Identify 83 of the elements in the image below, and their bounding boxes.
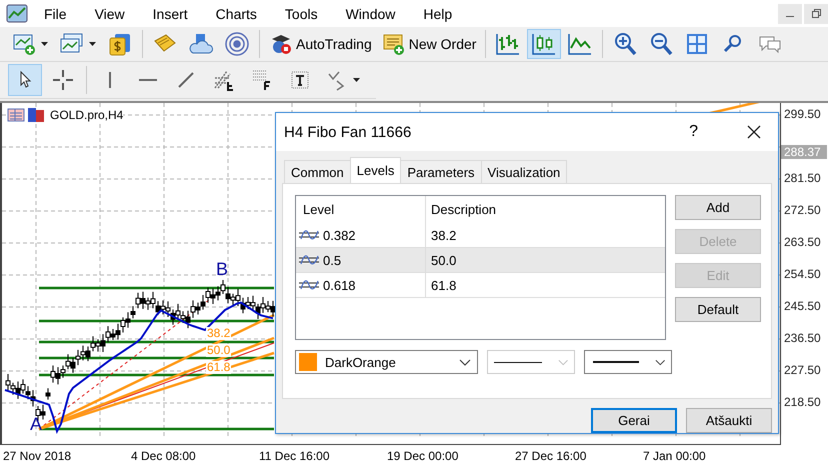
time-label: 4 Dec 08:00 bbox=[131, 449, 197, 463]
time-label: 27 Dec 16:00 bbox=[515, 449, 588, 463]
ok-button[interactable]: Gerai bbox=[591, 408, 677, 433]
time-label: 7 Jan 00:00 bbox=[643, 449, 707, 463]
caret-down-icon bbox=[88, 41, 97, 47]
chart-symbol-label: GOLD.pro,H4 bbox=[50, 108, 124, 122]
zoom-out-icon bbox=[648, 31, 674, 57]
app-logo-icon bbox=[6, 4, 28, 24]
help-button[interactable]: ? bbox=[683, 122, 704, 142]
menu-item[interactable]: Tools bbox=[284, 4, 318, 24]
tab[interactable]: Visualization bbox=[480, 160, 568, 183]
fan-level-label: 38.2 bbox=[206, 327, 232, 340]
level-value: 0.5 bbox=[323, 252, 342, 268]
menu-item[interactable]: File bbox=[44, 4, 67, 24]
current-price-label: 288.37 bbox=[781, 145, 827, 159]
bar-chart-icon bbox=[495, 31, 522, 57]
crosshair-icon bbox=[51, 68, 75, 92]
level-description: 38.2 bbox=[430, 226, 458, 244]
price-label: 254.50 bbox=[783, 267, 822, 283]
color-dropdown[interactable]: DarkOrange bbox=[295, 350, 478, 374]
price-label: 299.50 bbox=[783, 107, 822, 123]
price-label: 227.50 bbox=[783, 363, 822, 379]
line-width-dropdown[interactable] bbox=[584, 350, 672, 374]
point-label: A bbox=[30, 414, 42, 435]
candlestick-icon bbox=[531, 31, 558, 57]
vertical-line-icon bbox=[108, 72, 112, 88]
cursor-tool-button[interactable] bbox=[8, 64, 42, 96]
fan-level-label: 50.0 bbox=[206, 344, 232, 357]
menu-item[interactable]: Help bbox=[423, 4, 452, 24]
table-row[interactable]: 0.618 61.8 bbox=[296, 273, 665, 298]
price-label: 218.50 bbox=[783, 395, 822, 411]
color-name: DarkOrange bbox=[325, 354, 396, 370]
level-value: 0.618 bbox=[323, 278, 356, 292]
price-label: 272.50 bbox=[783, 203, 822, 219]
time-label: 27 Nov 2018 bbox=[3, 449, 72, 463]
toolbar-button[interactable]: New Order bbox=[378, 29, 480, 59]
table-row[interactable]: 0.5 50.0 bbox=[296, 248, 665, 273]
zoom-in-icon bbox=[612, 31, 638, 57]
chart-window-icon bbox=[7, 107, 45, 123]
document-plus-icon bbox=[382, 32, 406, 56]
tab[interactable]: Levels bbox=[350, 157, 402, 183]
tab[interactable]: Common bbox=[284, 160, 351, 183]
menu-item[interactable]: Window bbox=[346, 4, 396, 24]
menu-item[interactable]: Charts bbox=[216, 4, 257, 24]
dialog-button[interactable]: Default bbox=[675, 297, 761, 322]
minimize-icon bbox=[786, 16, 794, 17]
caret-down-icon bbox=[40, 41, 49, 47]
dollar-icon bbox=[107, 31, 133, 57]
level-description: 50.0 bbox=[430, 252, 458, 270]
chevron-down-icon bbox=[459, 358, 471, 366]
level-line-icon bbox=[298, 229, 320, 241]
caret-down-icon bbox=[352, 77, 361, 83]
toolbar-button[interactable]: AutoTrading bbox=[265, 29, 376, 59]
candles-button[interactable] bbox=[527, 29, 562, 59]
menu-item[interactable]: Insert bbox=[152, 4, 188, 24]
restore-button[interactable] bbox=[804, 4, 828, 24]
fan-level-label: 61.8 bbox=[206, 361, 232, 374]
column-header[interactable]: Description bbox=[426, 196, 665, 223]
horizontal-line-icon bbox=[139, 78, 157, 82]
price-label: 245.50 bbox=[783, 299, 822, 315]
time-label: 19 Dec 00:00 bbox=[387, 449, 460, 463]
price-label: 281.50 bbox=[783, 171, 822, 187]
menu-item[interactable]: View bbox=[94, 4, 125, 24]
level-line-icon bbox=[298, 254, 320, 266]
line-sample-icon bbox=[494, 360, 542, 364]
signal-icon bbox=[224, 31, 250, 57]
level-line-icon bbox=[298, 279, 320, 291]
restore-icon bbox=[812, 9, 820, 18]
column-header[interactable]: Level bbox=[296, 196, 426, 223]
close-icon bbox=[747, 125, 761, 139]
line-sample-icon bbox=[593, 360, 638, 364]
chevron-down-icon bbox=[654, 358, 665, 366]
dialog-title: H4 Fibo Fan 11666 bbox=[284, 124, 412, 140]
cancel-button[interactable]: Atšaukti bbox=[686, 408, 772, 433]
level-value: 0.382 bbox=[323, 228, 356, 242]
chevron-down-icon bbox=[558, 358, 568, 366]
time-label: 11 Dec 16:00 bbox=[259, 449, 330, 463]
point-label: B bbox=[216, 259, 228, 280]
level-description: 61.8 bbox=[430, 276, 458, 294]
price-label: 263.50 bbox=[783, 235, 822, 251]
line-chart-icon bbox=[567, 31, 594, 57]
dialog-button[interactable]: Add bbox=[675, 195, 761, 220]
price-label: 236.50 bbox=[783, 331, 822, 347]
